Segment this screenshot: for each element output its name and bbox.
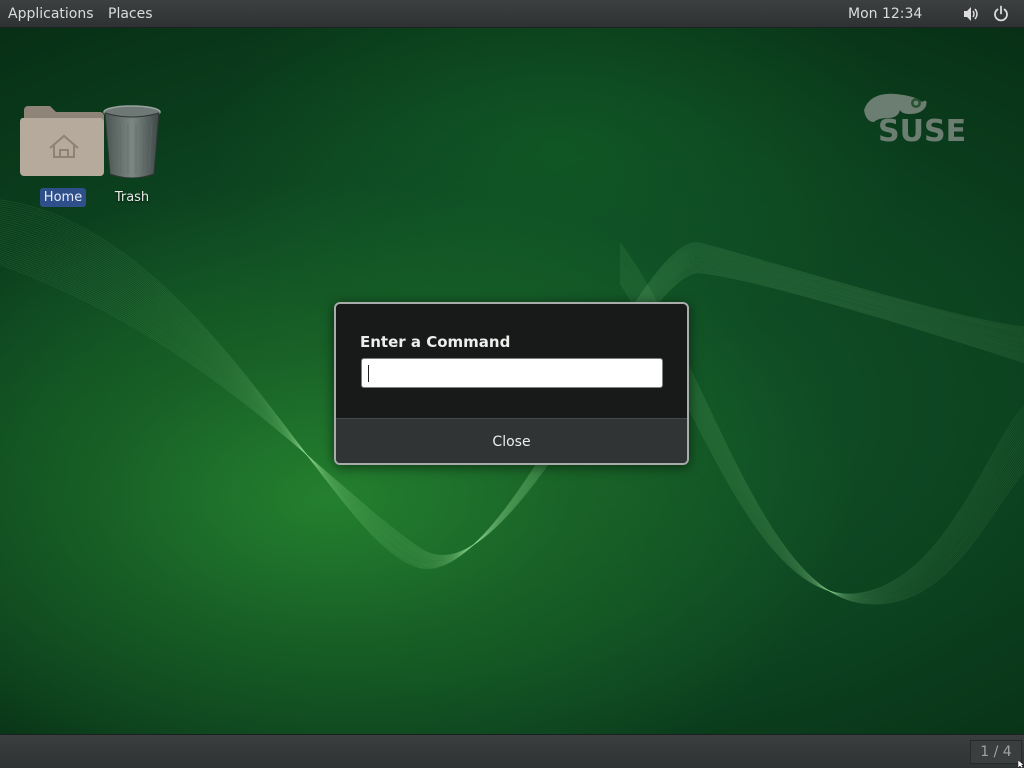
desktop-icon-home[interactable]: Home	[20, 102, 106, 207]
top-bar: Applications Places Mon 12:34	[0, 0, 1024, 28]
places-menu[interactable]: Places	[108, 5, 153, 23]
desktop-icon-label: Home	[39, 188, 87, 207]
bottom-bar: 1 / 4	[0, 734, 1024, 768]
power-icon[interactable]	[992, 5, 1010, 23]
dialog-footer: Close	[336, 418, 687, 463]
text-cursor	[368, 365, 369, 382]
volume-icon[interactable]	[962, 5, 980, 23]
desktop-icon-label: Trash	[114, 190, 150, 205]
applications-menu[interactable]: Applications	[8, 5, 94, 23]
run-command-dialog: Enter a Command Close	[334, 302, 689, 465]
workspace-indicator[interactable]: 1 / 4	[970, 740, 1022, 764]
clock[interactable]: Mon 12:34	[848, 5, 922, 23]
suse-logo: SUSE	[864, 93, 966, 146]
svg-text:SUSE: SUSE	[878, 114, 966, 146]
dialog-title: Enter a Command	[360, 333, 511, 351]
close-button[interactable]: Close	[336, 419, 687, 463]
desktop-icon-trash[interactable]: Trash	[98, 102, 166, 207]
mouse-pointer-icon	[1018, 760, 1024, 768]
command-input[interactable]	[361, 358, 663, 388]
home-folder-icon	[20, 106, 104, 176]
trash-icon	[103, 105, 161, 178]
